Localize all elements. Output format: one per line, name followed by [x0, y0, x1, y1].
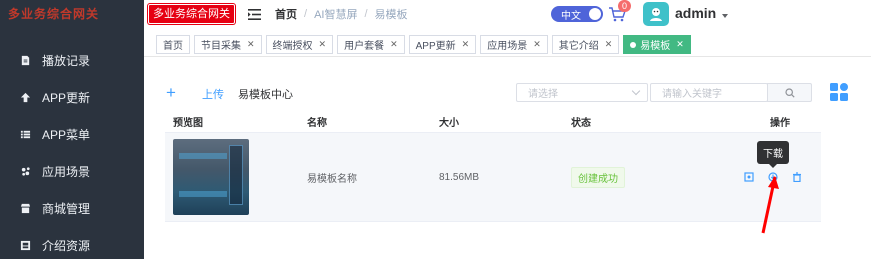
close-icon[interactable]: ✕	[462, 39, 470, 50]
search-input[interactable]: 请输入关键字	[650, 83, 768, 102]
language-toggle[interactable]: 中文	[551, 6, 603, 22]
thumbnail-detail	[229, 145, 243, 205]
column-header-preview: 预览图	[173, 117, 203, 129]
download-tooltip: 下载	[757, 141, 789, 168]
template-center-label: 易模板中心	[238, 89, 293, 101]
thumbnail-detail	[179, 153, 227, 159]
sidebar-item-label: 播放记录	[42, 54, 91, 68]
template-table: 预览图 名称 大小 状态 操作 易模板名称 81.56MB 创建成功	[165, 110, 821, 222]
tag-label: 首页	[163, 41, 183, 52]
top-header: 多业务综合网关 首页 / AI智慧屏 / 易模板	[144, 0, 871, 28]
close-icon[interactable]: ✕	[676, 39, 684, 50]
breadcrumb: 首页 / AI智慧屏 / 易模板	[275, 6, 408, 22]
breadcrumb-separator: /	[304, 8, 308, 20]
column-header-status: 状态	[571, 117, 591, 129]
breadcrumb-home[interactable]: 首页	[275, 6, 297, 22]
column-header-ops: 操作	[770, 117, 790, 129]
thumbnail-detail	[179, 191, 227, 197]
sidebar-item-label: 商城管理	[42, 202, 91, 216]
shop-icon	[18, 202, 32, 216]
sidebar-menu: 播放记录 APP更新 APP菜单 应用场景 商城管理 介绍资源	[0, 42, 144, 259]
chevron-down-icon	[631, 86, 641, 96]
close-icon[interactable]: ✕	[390, 39, 398, 50]
select-placeholder: 请选择	[528, 89, 558, 100]
active-dot-icon	[630, 41, 637, 48]
avatar-icon	[650, 8, 662, 21]
tag-other-intro[interactable]: 其它介绍 ✕	[551, 35, 620, 54]
preview-thumbnail[interactable]	[173, 139, 249, 215]
delete-icon[interactable]	[792, 172, 802, 182]
sidebar-item-shop[interactable]: 商城管理	[0, 190, 144, 227]
template-size: 81.56MB	[439, 171, 480, 183]
tag-label: 终端授权	[272, 41, 313, 52]
cart-badge: 0	[618, 0, 632, 12]
close-icon[interactable]: ✕	[247, 39, 255, 50]
tag-program-collect[interactable]: 节目采集 ✕	[194, 35, 262, 54]
annotation-arrow	[761, 176, 779, 234]
search-placeholder: 请输入关键字	[662, 89, 722, 100]
close-icon[interactable]: ✕	[533, 39, 541, 50]
tag-easy-template[interactable]: 易模板 ✕	[623, 35, 691, 54]
avatar[interactable]	[643, 2, 669, 26]
tag-label: 其它介绍	[558, 41, 599, 52]
add-icon[interactable]: +	[166, 84, 176, 101]
sidebar: 多业务综合网关 播放记录 APP更新 APP菜单 应用场景 商城管理 介绍资源	[0, 0, 144, 259]
hamburger-icon[interactable]	[247, 7, 261, 21]
sidebar-item-resources[interactable]: 介绍资源	[0, 227, 144, 259]
sidebar-item-app-scene[interactable]: 应用场景	[0, 153, 144, 190]
sidebar-item-app-menu[interactable]: APP菜单	[0, 116, 144, 153]
status-badge: 创建成功	[571, 166, 625, 188]
arrow-up-icon	[18, 91, 32, 105]
close-icon[interactable]: ✕	[605, 39, 613, 50]
tag-app-scene[interactable]: 应用场景 ✕	[480, 35, 548, 54]
tag-home[interactable]: 首页	[156, 35, 190, 54]
breadcrumb-current: 易模板	[374, 9, 408, 21]
table-header: 预览图 名称 大小 状态 操作	[165, 110, 821, 132]
search-icon	[784, 87, 795, 98]
sidebar-item-app-update[interactable]: APP更新	[0, 79, 144, 116]
tag-label: 用户套餐	[344, 41, 385, 52]
tag-label: 应用场景	[487, 41, 528, 52]
tag-label: APP更新	[415, 41, 456, 52]
filter-select[interactable]: 请选择	[516, 83, 648, 102]
search-button[interactable]	[767, 83, 812, 102]
grid-view-icon[interactable]	[829, 82, 849, 102]
tag-app-update[interactable]: APP更新 ✕	[408, 35, 477, 54]
tag-terminal-auth[interactable]: 终端授权 ✕	[265, 35, 334, 54]
logo-badge: 多业务综合网关	[148, 4, 235, 24]
template-name: 易模板名称	[307, 173, 357, 185]
sidebar-item-label: 介绍资源	[42, 239, 91, 253]
cart-button[interactable]: 0	[608, 0, 632, 24]
tag-user-package[interactable]: 用户套餐 ✕	[337, 35, 405, 54]
column-header-size: 大小	[439, 117, 459, 129]
puzzle-icon	[18, 165, 32, 179]
resource-icon	[18, 239, 32, 253]
username[interactable]: admin	[675, 5, 716, 21]
document-icon	[18, 54, 32, 68]
list-icon	[18, 128, 32, 142]
caret-down-icon[interactable]	[722, 14, 728, 18]
sidebar-item-label: APP更新	[42, 91, 91, 105]
column-header-name: 名称	[307, 117, 327, 129]
sidebar-item-label: 应用场景	[42, 165, 91, 179]
tags-view: 首页 节目采集 ✕ 终端授权 ✕ 用户套餐 ✕ APP更新 ✕ 应用场景 ✕ 其它介绍 ✕ …	[144, 33, 871, 57]
sidebar-item-label: APP菜单	[42, 128, 91, 142]
toggle-knob	[589, 8, 601, 20]
sidebar-brand: 多业务综合网关	[8, 6, 100, 21]
breadcrumb-ai-screen: AI智慧屏	[314, 9, 358, 21]
close-icon[interactable]: ✕	[319, 39, 327, 50]
tag-label: 易模板	[640, 41, 671, 52]
language-label: 中文	[561, 10, 581, 22]
sidebar-item-play-records[interactable]: 播放记录	[0, 42, 144, 79]
tag-label: 节目采集	[201, 41, 241, 52]
table-row: 易模板名称 81.56MB 创建成功	[165, 132, 821, 222]
upload-button[interactable]: 上传	[202, 86, 224, 102]
breadcrumb-separator: /	[364, 8, 368, 20]
